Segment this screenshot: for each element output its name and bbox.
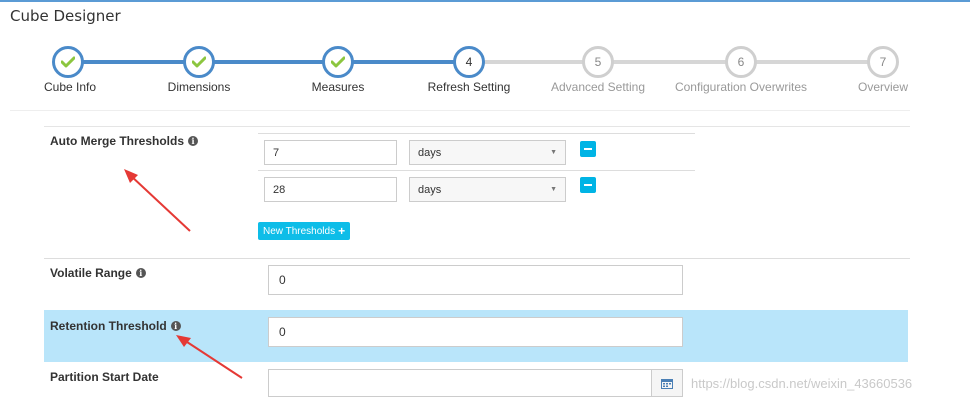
threshold-unit-select[interactable]: days ▼ [409, 140, 566, 165]
annotation-arrow-icon [124, 169, 191, 232]
partition-start-date-input[interactable] [268, 369, 652, 397]
partition-start-date-label: Partition Start Date [50, 370, 159, 384]
wizard-step-refresh-setting[interactable]: 4 [453, 46, 485, 78]
wizard-step-label: Dimensions [167, 80, 231, 94]
wizard-steps: 4 5 6 7 Cube Info Dimensions Measures Re… [0, 40, 970, 105]
wizard-step-label: Measures [311, 80, 365, 94]
wizard-step-configuration-overwrites[interactable]: 6 [725, 46, 757, 78]
wizard-step-label: Advanced Setting [550, 80, 646, 94]
minus-icon [584, 148, 592, 150]
watermark: https://blog.csdn.net/weixin_43660536 [691, 376, 913, 391]
retention-threshold-input[interactable]: 0 [268, 317, 683, 347]
caret-down-icon: ▼ [550, 186, 557, 193]
step-number: 6 [737, 55, 745, 69]
info-icon[interactable]: i [135, 268, 146, 278]
remove-threshold-button[interactable] [580, 141, 596, 157]
step-number: 5 [594, 55, 602, 69]
check-icon [61, 56, 75, 68]
calendar-button[interactable] [651, 369, 683, 397]
wizard-step-label: Configuration Overwrites [674, 80, 808, 94]
plus-icon: + [338, 224, 346, 238]
wizard-progress-line [68, 60, 469, 64]
wizard-step-label: Cube Info [43, 80, 97, 94]
auto-merge-label: Auto Merge Thresholds i [50, 134, 199, 148]
wizard-step-overview[interactable]: 7 [867, 46, 899, 78]
wizard-step-label: Overview [857, 80, 909, 94]
annotation-arrow-icon [176, 335, 243, 379]
volatile-range-input[interactable]: 0 [268, 265, 683, 295]
wizard-step-advanced-setting[interactable]: 5 [582, 46, 614, 78]
calendar-icon [661, 378, 673, 389]
wizard-step-cube-info[interactable] [52, 46, 84, 78]
minus-icon [584, 184, 592, 186]
form-row-divider [44, 258, 910, 259]
threshold-row-separator [258, 170, 695, 171]
wizard-divider [10, 110, 910, 111]
step-number: 4 [465, 55, 473, 69]
retention-threshold-label: Retention Threshold i [50, 319, 181, 333]
info-icon[interactable]: i [188, 136, 199, 146]
new-thresholds-button[interactable]: New Thresholds + [258, 222, 351, 240]
check-icon [331, 56, 345, 68]
step-number: 7 [879, 55, 887, 69]
wizard-remaining-line [469, 60, 883, 64]
threshold-unit-select[interactable]: days ▼ [409, 177, 566, 202]
check-icon [192, 56, 206, 68]
page-title: Cube Designer [10, 7, 121, 25]
wizard-step-dimensions[interactable] [183, 46, 215, 78]
threshold-value-input[interactable]: 28 [264, 177, 397, 202]
remove-threshold-button[interactable] [580, 177, 596, 193]
wizard-step-label: Refresh Setting [427, 80, 511, 94]
form-top-divider [44, 126, 910, 127]
wizard-step-measures[interactable] [322, 46, 354, 78]
threshold-value-input[interactable]: 7 [264, 140, 397, 165]
caret-down-icon: ▼ [550, 149, 557, 156]
threshold-row-top-border [258, 133, 695, 134]
top-rule [0, 0, 970, 2]
volatile-range-label: Volatile Range i [50, 266, 146, 280]
